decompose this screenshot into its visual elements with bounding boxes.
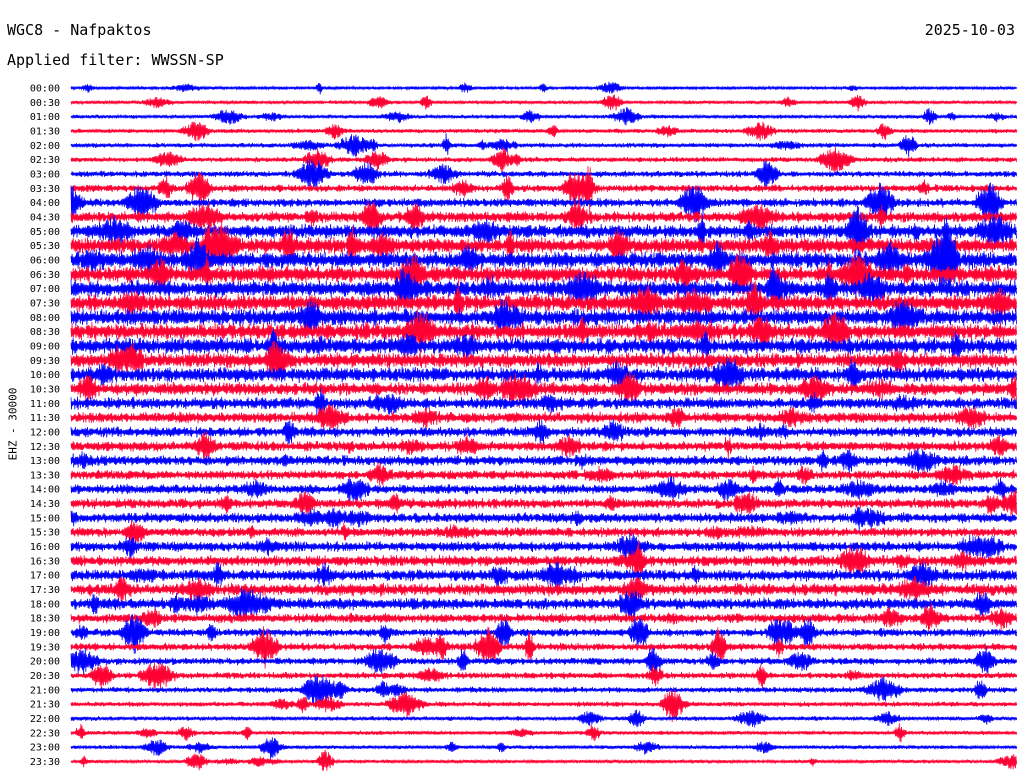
row-time-label: 22:30 [30, 728, 60, 739]
seismic-trace [70, 447, 1017, 474]
seismic-trace [70, 737, 1017, 760]
row-time-label: 21:00 [30, 685, 60, 696]
seismic-trace [70, 159, 1017, 190]
row-time-label: 02:30 [30, 155, 60, 166]
seismic-trace [70, 133, 1017, 157]
row-time-label: 12:00 [30, 427, 60, 438]
row-time-label: 14:00 [30, 485, 60, 496]
row-time-label: 05:30 [30, 241, 60, 252]
seismic-trace [70, 94, 1017, 112]
seismic-trace [70, 723, 1017, 743]
row-time-label: 17:30 [30, 585, 60, 596]
row-time-label: 10:00 [30, 370, 60, 381]
seismic-trace [70, 709, 1017, 728]
row-time-label: 03:00 [30, 170, 60, 181]
row-time-label: 17:00 [30, 571, 60, 582]
row-time-label: 08:30 [30, 327, 60, 338]
row-time-label: 02:00 [30, 141, 60, 152]
row-time-label: 03:30 [30, 184, 60, 195]
seismic-trace [70, 674, 1017, 706]
row-time-label: 19:00 [30, 628, 60, 639]
helicorder-plot: 00:00 00:30 01:00 01:30 02:00 02:30 03:00 03:30… [30, 81, 1017, 771]
row-time-label: 18:00 [30, 599, 60, 610]
row-time-label: 22:00 [30, 714, 60, 725]
seismic-trace [70, 81, 1017, 95]
seismic-trace [70, 475, 1017, 502]
row-time-label: 15:30 [30, 528, 60, 539]
row-time-label: 08:00 [30, 313, 60, 324]
row-time-label: 07:00 [30, 284, 60, 295]
row-time-label: 23:00 [30, 743, 60, 754]
row-time-label: 04:00 [30, 198, 60, 209]
row-time-label: 11:30 [30, 413, 60, 424]
row-time-label: 11:00 [30, 399, 60, 410]
row-time-label: 20:30 [30, 671, 60, 682]
seismic-trace [70, 489, 1017, 517]
row-time-label: 09:30 [30, 356, 60, 367]
row-time-label: 09:00 [30, 341, 60, 352]
row-time-label: 15:00 [30, 513, 60, 524]
row-time-label: 00:30 [30, 98, 60, 109]
row-time-label: 04:30 [30, 213, 60, 224]
row-time-label: 23:30 [30, 757, 60, 768]
seismic-trace [70, 121, 1017, 142]
seismic-trace [70, 462, 1017, 486]
row-time-label: 20:00 [30, 657, 60, 668]
row-time-label: 14:30 [30, 499, 60, 510]
row-time-label: 10:30 [30, 384, 60, 395]
row-time-label: 13:00 [30, 456, 60, 467]
seismic-trace [70, 531, 1017, 561]
row-time-label: 05:00 [30, 227, 60, 238]
row-time-label: 18:30 [30, 614, 60, 625]
seismic-trace [70, 107, 1017, 126]
row-time-label: 07:30 [30, 298, 60, 309]
row-time-label: 01:30 [30, 127, 60, 138]
row-time-label: 06:30 [30, 270, 60, 281]
row-time-label: 06:00 [30, 256, 60, 267]
row-time-label: 21:30 [30, 700, 60, 711]
row-time-label: 19:30 [30, 642, 60, 653]
row-time-label: 12:30 [30, 442, 60, 453]
row-time-label: 16:30 [30, 556, 60, 567]
row-time-label: 01:00 [30, 112, 60, 123]
seismic-trace [70, 749, 1017, 771]
row-time-label: 13:30 [30, 470, 60, 481]
row-time-label: 00:00 [30, 84, 60, 95]
row-time-label: 16:00 [30, 542, 60, 553]
